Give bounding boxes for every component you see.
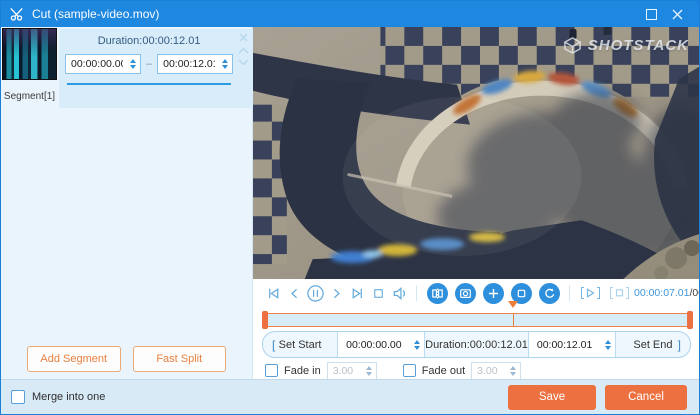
skip-start-button[interactable] [263,283,284,304]
footer-bar: Merge into one Save Cancel [1,379,699,414]
segment-end-stepper[interactable] [220,59,232,69]
segment-duration-label: Duration:00:00:12.01 [65,35,233,47]
playback-controls: 00:00:07.01/00:00:12.01 [253,279,699,307]
watermark-logo-icon [563,36,582,55]
stop-button[interactable] [368,283,389,304]
segment-move-up-icon[interactable] [238,47,249,54]
segment-end-input[interactable] [158,58,215,70]
pause-button[interactable] [305,283,326,304]
stop-segment-button[interactable] [610,287,629,299]
trim-start-field [337,332,424,357]
fade-out-stepper[interactable] [508,366,520,376]
fade-out-input[interactable] [472,364,507,378]
video-frame [253,27,699,279]
merge-checkbox[interactable] [11,390,25,404]
fade-out-field [471,362,521,380]
trim-end-stepper[interactable] [603,340,615,350]
trim-end-input[interactable] [529,338,603,352]
fade-in-field [327,362,377,380]
segment-label: Segment[1] [1,91,58,102]
segment-panel: Segment[1] Duration:00:00:12.01 – [1,27,253,379]
segment-start-stepper[interactable] [128,59,140,69]
fade-in-label: Fade in [284,365,321,377]
set-end-button[interactable]: Set End ] [615,332,690,357]
set-end-label: Set End [633,339,672,351]
segment-item[interactable]: Segment[1] Duration:00:00:12.01 – [1,27,252,108]
play-segment-button[interactable] [581,287,600,299]
trim-handle-left[interactable] [262,311,268,329]
fade-out-label: Fade out [422,365,465,377]
segment-remove-icon[interactable] [239,33,248,42]
fade-in-stepper[interactable] [364,366,376,376]
segment-thumbnail[interactable] [2,28,57,80]
trim-bar[interactable] [263,313,692,327]
time-current: 00:00:07.01 [634,287,689,299]
segment-end-field [157,54,233,74]
time-total: /00:00:12.01 [689,287,700,299]
controls-divider [569,285,570,301]
window-title: Cut (sample-video.mov) [32,7,159,21]
set-start-label: Set Start [279,339,322,351]
volume-button[interactable] [389,283,410,304]
trim-start-stepper[interactable] [412,340,424,350]
shotstack-watermark: SHOTSTACK [563,36,689,55]
trim-settings-row: [ Set Start Duration:00:00:12.01 Set End… [262,331,691,358]
segment-card: Duration:00:00:12.01 – [59,29,253,108]
close-button[interactable] [664,4,690,24]
split-segment-button[interactable] [427,283,448,304]
range-separator: – [146,58,152,70]
time-display: 00:00:07.01/00:00:12.01 [634,287,700,299]
reset-button[interactable] [539,283,560,304]
trim-start-input[interactable] [338,338,412,352]
titlebar: Cut (sample-video.mov) [1,1,699,27]
add-segment-circle-button[interactable] [483,283,504,304]
bracket-open: [ [272,338,275,352]
cancel-button[interactable]: Cancel [605,385,687,410]
fade-in-checkbox[interactable] [265,364,278,377]
maximize-button[interactable] [638,4,664,24]
set-start-button[interactable]: [ Set Start [263,332,337,357]
skip-end-button[interactable] [347,283,368,304]
controls-divider [416,285,417,301]
timeline [253,307,699,329]
segment-move-down-icon[interactable] [238,59,249,66]
save-button[interactable]: Save [508,385,596,410]
add-segment-button[interactable]: Add Segment [27,346,121,372]
fade-out-checkbox[interactable] [403,364,416,377]
segment-start-input[interactable] [66,58,123,70]
fade-row: Fade in Fade out [265,361,689,380]
trim-end-field [528,332,615,357]
fade-in-input[interactable] [328,364,363,378]
trim-handle-right[interactable] [687,311,693,329]
scissors-icon [10,7,24,21]
merge-label: Merge into one [32,391,105,403]
watermark-text: SHOTSTACK [588,37,689,54]
step-forward-button[interactable] [326,283,347,304]
step-back-button[interactable] [284,283,305,304]
video-preview[interactable]: SHOTSTACK [253,27,699,279]
fast-split-button[interactable]: Fast Split [133,346,227,372]
segment-progress-line [67,83,231,85]
snapshot-button[interactable] [455,283,476,304]
trim-duration-label: Duration:00:00:12.01 [424,332,528,357]
segment-start-field [65,54,141,74]
bracket-close: ] [678,338,681,352]
cut-dialog-window: Cut (sample-video.mov) Segment[1] Durati… [0,0,700,415]
